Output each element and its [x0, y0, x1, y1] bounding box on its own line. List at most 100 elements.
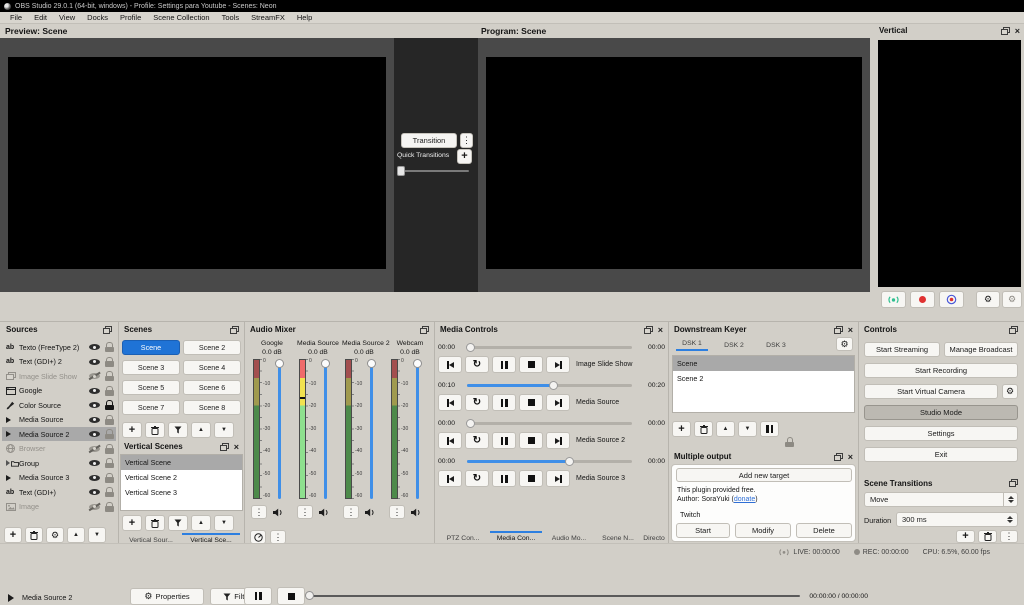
media-controls-header[interactable]: Media Controls ×: [436, 323, 667, 336]
scene-button[interactable]: Scene 3: [122, 360, 180, 375]
toolbar-seek-handle[interactable]: [305, 591, 314, 600]
divider[interactable]: [244, 322, 245, 543]
vertical-settings-button[interactable]: ⚙: [1002, 291, 1022, 308]
lock-icon[interactable]: [105, 371, 114, 381]
source-row-selected[interactable]: Media Source 2: [2, 427, 116, 441]
transition-tbar-handle[interactable]: [397, 166, 405, 176]
dsk-move-down-button[interactable]: ▼: [738, 421, 757, 437]
next-button[interactable]: [546, 394, 570, 411]
speaker-icon[interactable]: [319, 508, 330, 517]
add-vertical-scene-button[interactable]: +: [122, 515, 142, 531]
duration-field[interactable]: 300 ms: [896, 512, 1018, 527]
close-icon[interactable]: ×: [658, 326, 663, 334]
divider[interactable]: [858, 322, 859, 543]
move-vertical-scene-up-button[interactable]: ▲: [191, 515, 211, 531]
transition-button[interactable]: Transition: [401, 133, 457, 148]
speaker-icon[interactable]: [365, 508, 376, 517]
multiple-output-header[interactable]: Multiple output ×: [670, 450, 857, 463]
title-bar[interactable]: OBS Studio 29.0.1 (64-bit, windows) - Pr…: [0, 0, 1024, 12]
scenes-header[interactable]: Scenes: [120, 323, 243, 336]
menu-view[interactable]: View: [53, 13, 81, 22]
scene-button[interactable]: Scene 8: [183, 400, 241, 415]
restart-button[interactable]: ↻: [465, 394, 489, 411]
source-row[interactable]: ab Texto (FreeType 2): [2, 340, 116, 354]
seek-track[interactable]: [467, 422, 632, 425]
program-canvas[interactable]: [486, 57, 862, 269]
source-row[interactable]: Media Source: [2, 413, 116, 427]
remove-transition-button[interactable]: [978, 530, 997, 543]
lock-icon[interactable]: [105, 473, 114, 483]
source-properties-button[interactable]: ⚙: [46, 527, 64, 543]
source-row[interactable]: Google: [2, 384, 116, 398]
scene-button[interactable]: Scene 4: [183, 360, 241, 375]
select-spinner[interactable]: [1003, 493, 1017, 506]
eye-slash-icon[interactable]: [89, 503, 100, 511]
studio-mode-button[interactable]: Studio Mode: [864, 405, 1018, 420]
speaker-icon[interactable]: [273, 508, 284, 517]
seek-handle[interactable]: [549, 381, 558, 390]
dsk-settings-button[interactable]: ⚙: [836, 337, 853, 351]
expand-caret-icon[interactable]: [6, 460, 10, 466]
volume-slider[interactable]: [273, 359, 286, 499]
source-row[interactable]: Image: [2, 500, 116, 514]
restart-button[interactable]: ↻: [465, 432, 489, 449]
vertical-scenes-header[interactable]: Vertical Scenes ×: [120, 440, 243, 453]
sources-header[interactable]: Sources: [2, 323, 116, 336]
add-scene-button[interactable]: +: [122, 422, 142, 438]
float-panel-icon[interactable]: [103, 326, 112, 334]
scene-button[interactable]: Scene 7: [122, 400, 180, 415]
stop-button[interactable]: [519, 470, 543, 487]
lock-icon[interactable]: [105, 487, 114, 497]
transition-menu-button[interactable]: ⋮: [460, 133, 473, 148]
eye-icon[interactable]: [89, 416, 100, 424]
menu-file[interactable]: File: [4, 13, 28, 22]
source-row[interactable]: Image Slide Show: [2, 369, 116, 383]
volume-slider[interactable]: [365, 359, 378, 499]
start-virtual-camera-button[interactable]: Start Virtual Camera: [864, 384, 998, 399]
output-modify-button[interactable]: Modify: [735, 523, 791, 538]
duration-spinner[interactable]: [1004, 513, 1015, 526]
eye-icon[interactable]: [89, 430, 100, 438]
stop-button[interactable]: [519, 356, 543, 373]
add-quick-transition-button[interactable]: +: [457, 149, 472, 164]
menu-edit[interactable]: Edit: [28, 13, 53, 22]
dsk-pause-button[interactable]: [760, 421, 779, 437]
previous-button[interactable]: [438, 432, 462, 449]
volume-slider[interactable]: [319, 359, 332, 499]
close-icon[interactable]: ×: [848, 326, 853, 334]
eye-icon[interactable]: [89, 343, 100, 351]
toolbar-pause-button[interactable]: [244, 587, 272, 605]
eye-icon[interactable]: [89, 459, 100, 467]
restart-button[interactable]: ↻: [465, 470, 489, 487]
pause-button[interactable]: [492, 394, 516, 411]
lock-icon[interactable]: [105, 357, 114, 367]
eye-slash-icon[interactable]: [89, 445, 100, 453]
volume-slider-handle[interactable]: [321, 359, 330, 368]
lock-icon[interactable]: [105, 429, 114, 439]
vertical-dock-header[interactable]: Vertical ×: [875, 24, 1024, 37]
pause-button[interactable]: [492, 432, 516, 449]
vertical-scene-filters-button[interactable]: [168, 515, 188, 531]
source-row-group[interactable]: Group: [2, 456, 116, 470]
lock-icon[interactable]: [105, 502, 114, 512]
float-panel-icon[interactable]: [220, 443, 229, 451]
close-icon[interactable]: ×: [848, 453, 853, 461]
pause-button[interactable]: [492, 470, 516, 487]
speaker-icon[interactable]: [411, 508, 422, 517]
move-source-up-button[interactable]: ▲: [67, 527, 85, 543]
previous-button[interactable]: [438, 356, 462, 373]
lock-icon[interactable]: [105, 458, 114, 468]
start-streaming-button[interactable]: Start Streaming: [864, 342, 940, 357]
stop-button[interactable]: [519, 432, 543, 449]
float-panel-icon[interactable]: [644, 326, 653, 334]
float-panel-icon[interactable]: [420, 326, 429, 334]
lock-icon[interactable]: [105, 342, 114, 352]
virtual-camera-config-button[interactable]: ⚙: [1002, 384, 1018, 399]
float-panel-icon[interactable]: [1009, 326, 1018, 334]
move-vertical-scene-down-button[interactable]: ▼: [214, 515, 234, 531]
vertical-scene-row-selected[interactable]: Vertical Scene: [121, 455, 242, 470]
vertical-canvas[interactable]: [878, 40, 1021, 287]
channel-menu-button[interactable]: ⋮: [251, 505, 267, 519]
vertical-record-button[interactable]: [910, 291, 935, 308]
channel-menu-button[interactable]: ⋮: [297, 505, 313, 519]
